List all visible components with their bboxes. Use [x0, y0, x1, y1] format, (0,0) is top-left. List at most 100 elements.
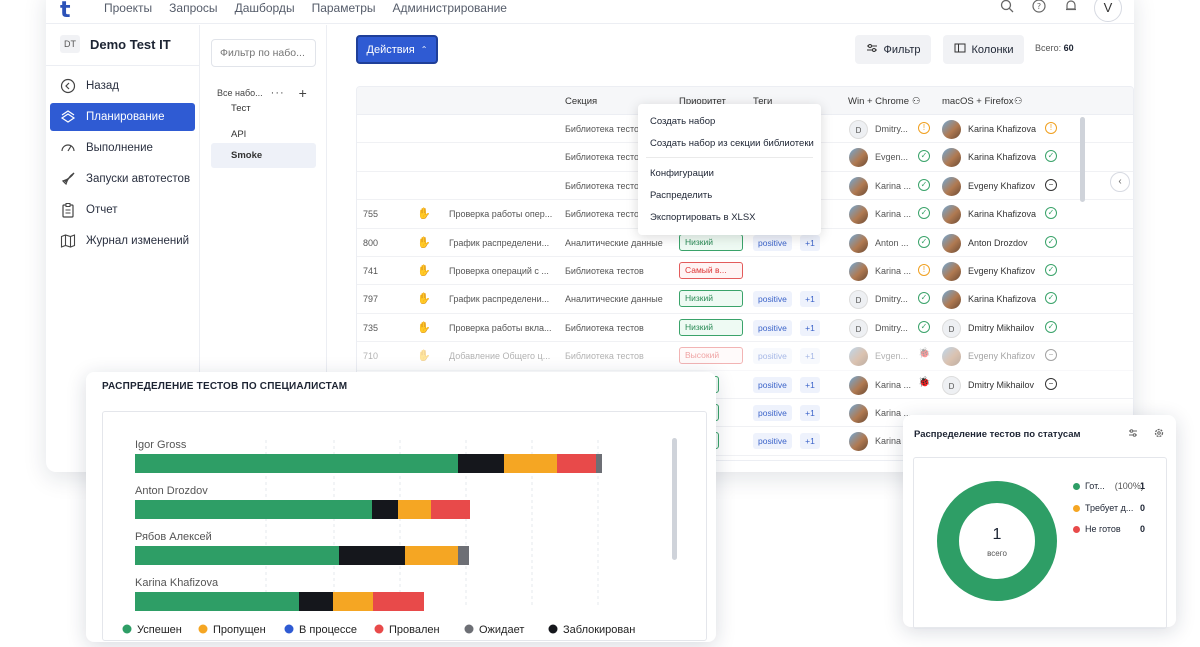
assignee-name[interactable]: Karina ...	[875, 209, 911, 219]
assignee-name[interactable]: Dmitry Mikhailov	[968, 323, 1034, 333]
table-row[interactable]: 797 ✋ График распределени... Аналитические …	[357, 285, 1133, 314]
menu-configurations[interactable]: Конфигурации	[650, 168, 714, 179]
nav-dashboards[interactable]: Дашборды	[235, 1, 295, 15]
status-legend-not-ready[interactable]: Не готов	[1073, 524, 1163, 534]
assignee-name[interactable]: Evgen...	[875, 351, 911, 361]
assignee-name[interactable]: Karina Khafizova	[968, 152, 1036, 162]
assignee-name[interactable]: Dmitry...	[875, 323, 911, 333]
status-ok-icon[interactable]: ✓	[1045, 235, 1057, 248]
table-row[interactable]: 710 ✋ Добавление Общего ц... Библиотека тес…	[357, 342, 1133, 371]
bar-segment[interactable]	[135, 592, 299, 611]
menu-export-xlsx[interactable]: Экспортировать в XLSX	[650, 212, 756, 223]
sidebar-item-changelog[interactable]: Журнал изменений	[50, 227, 195, 255]
col-section[interactable]: Секция	[565, 96, 597, 107]
test-id[interactable]: 797	[363, 294, 378, 304]
test-name[interactable]: Проверка работы вкла...	[449, 323, 553, 333]
status-warn-icon[interactable]: !	[918, 264, 930, 276]
bar-segment[interactable]	[135, 454, 458, 473]
legend-label[interactable]: Ожидает	[479, 624, 524, 636]
legend-label[interactable]: Успешен	[137, 624, 182, 636]
status-legend-ready[interactable]: Гот... (100%)	[1073, 481, 1163, 491]
bar-segment[interactable]	[458, 454, 504, 473]
more-tags-badge[interactable]: +1	[800, 319, 820, 336]
col-macos-firefox[interactable]: macOS + Firefox	[942, 96, 1014, 107]
tag-badge[interactable]: positive	[753, 433, 792, 450]
more-tags-badge[interactable]: +1	[800, 348, 820, 365]
settings-sliders-icon[interactable]	[1128, 428, 1138, 440]
assignee-name[interactable]: Karina Khafizova	[968, 209, 1036, 219]
table-row[interactable]: 741 ✋ Проверка операций с ... Библиотека те…	[357, 257, 1133, 286]
status-legend-needs-work[interactable]: Требует д...	[1073, 503, 1163, 513]
tag-badge[interactable]: positive	[753, 376, 792, 393]
assignee-name[interactable]: Evgeny Khafizov	[968, 351, 1035, 361]
status-ok-icon[interactable]: ✓	[1045, 150, 1057, 163]
status-blk-icon[interactable]: −	[1045, 349, 1057, 362]
bar-segment[interactable]	[339, 546, 405, 565]
nav-parameters[interactable]: Параметры	[312, 1, 376, 15]
sets-filter-input[interactable]	[211, 39, 316, 67]
assignee-name[interactable]: Evgen...	[875, 152, 911, 162]
status-ok-icon[interactable]: ✓	[1045, 207, 1057, 220]
collapse-panel-button[interactable]: ‹	[1110, 172, 1130, 192]
bar-segment[interactable]	[557, 454, 596, 473]
status-bug-icon[interactable]: 🐞	[918, 377, 930, 390]
bar-segment[interactable]	[333, 592, 373, 611]
bar-segment[interactable]	[372, 500, 398, 519]
more-tags-badge[interactable]: +1	[800, 433, 820, 450]
status-blk-icon[interactable]: −	[1045, 178, 1057, 191]
bar-segment[interactable]	[504, 454, 557, 473]
bar-segment[interactable]	[373, 592, 424, 611]
status-warn-icon[interactable]: !	[918, 122, 930, 134]
set-item-smoke[interactable]: Smoke	[211, 143, 316, 168]
status-blk-icon[interactable]: −	[1045, 377, 1057, 390]
columns-button[interactable]: Колонки	[943, 35, 1024, 64]
bar-segment[interactable]	[431, 500, 470, 519]
assignee-name[interactable]: Anton ...	[875, 238, 911, 248]
assignee-name[interactable]: Dmitry...	[875, 294, 911, 304]
sidebar-item-report[interactable]: Отчет	[50, 196, 195, 224]
sidebar-item-back[interactable]: Назад	[50, 72, 195, 100]
bar-segment[interactable]	[405, 546, 458, 565]
status-ok-icon[interactable]: ✓	[1045, 264, 1057, 276]
status-ok-icon[interactable]: ✓	[1045, 292, 1057, 305]
bar-segment[interactable]	[135, 500, 372, 519]
more-tags-badge[interactable]: +1	[800, 234, 820, 251]
assignee-name[interactable]: Dmitry Mikhailov	[968, 380, 1034, 390]
test-id[interactable]: 741	[363, 266, 378, 276]
legend-label[interactable]: Провален	[389, 624, 440, 636]
table-row[interactable]: 735 ✋ Проверка работы вкла... Библиотека те…	[357, 314, 1133, 343]
menu-create-set-from-library[interactable]: Создать набор из секции библиотеки	[650, 138, 814, 149]
user-plus-icon[interactable]: ⚇	[912, 96, 921, 107]
status-ok-icon[interactable]: ✓	[1045, 320, 1057, 333]
assignee-name[interactable]: Karina ...	[875, 266, 911, 276]
assignee-name[interactable]: Karina Khafizova	[968, 124, 1036, 134]
bar-segment[interactable]	[299, 592, 333, 611]
test-name[interactable]: График распределени...	[449, 294, 553, 304]
actions-button[interactable]: Действия ⌃	[356, 35, 438, 64]
assignee-name[interactable]: Karina ...	[875, 181, 911, 191]
status-ok-icon[interactable]: ✓	[918, 178, 930, 191]
assignee-name[interactable]: Dmitry...	[875, 124, 911, 134]
test-name[interactable]: Добавление Общего ц...	[449, 351, 553, 361]
project-header[interactable]: DT Demo Test IT	[46, 25, 199, 57]
user-avatar[interactable]: V	[1094, 0, 1122, 22]
bar-segment[interactable]	[398, 500, 431, 519]
gear-icon[interactable]	[1154, 428, 1164, 440]
status-ok-icon[interactable]: ✓	[918, 292, 930, 305]
menu-create-set[interactable]: Создать набор	[650, 116, 715, 127]
set-item-test[interactable]: Тест	[211, 96, 316, 121]
legend-label[interactable]: В процессе	[299, 624, 357, 636]
assignee-name[interactable]: Evgeny Khafizov	[968, 181, 1035, 191]
search-icon[interactable]	[998, 0, 1016, 17]
status-warn-icon[interactable]: !	[1045, 122, 1057, 134]
status-bug-icon[interactable]: 🐞	[918, 349, 930, 361]
test-name[interactable]: Проверка работы опер...	[449, 209, 553, 219]
tag-badge[interactable]: positive	[753, 234, 792, 251]
assignee-name[interactable]: Evgeny Khafizov	[968, 266, 1035, 276]
status-ok-icon[interactable]: ✓	[918, 207, 930, 220]
tag-badge[interactable]: positive	[753, 291, 792, 308]
test-id[interactable]: 800	[363, 238, 378, 248]
test-id[interactable]: 755	[363, 209, 378, 219]
filter-button[interactable]: Фильтр	[855, 35, 931, 64]
menu-distribute[interactable]: Распределить	[650, 190, 712, 201]
